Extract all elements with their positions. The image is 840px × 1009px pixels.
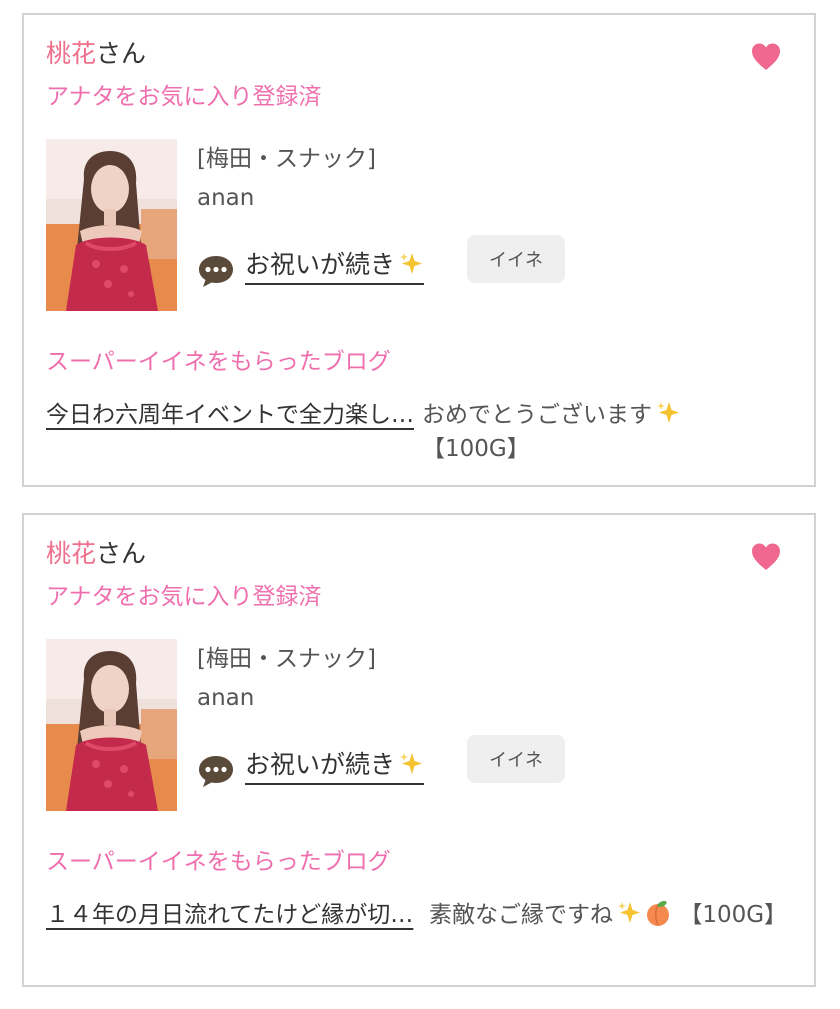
comment-text: おめでとうございます <box>422 402 652 428</box>
speech-bubble-icon <box>199 256 233 287</box>
user-line: 桃花さん <box>46 37 146 71</box>
cast-photo-image <box>46 139 177 311</box>
sparkle-emoji <box>400 753 423 774</box>
sparkle-emoji <box>657 402 679 423</box>
speech-bubble-icon <box>199 756 233 787</box>
user-name[interactable]: 桃花 <box>46 539 96 568</box>
cast-photo[interactable] <box>46 639 177 811</box>
user-name[interactable]: 桃花 <box>46 39 96 68</box>
cast-info: [梅田・スナック] anan お祝いが続き イイネ <box>197 143 617 287</box>
message-row: お祝いが続き イイネ <box>197 235 617 291</box>
comment-suffix: 【100G】 <box>422 436 530 462</box>
message-link-text: お祝いが続き <box>245 750 396 779</box>
comment: おめでとうございます 【100G】 <box>422 398 792 466</box>
message-link-text: お祝いが続き <box>245 250 396 279</box>
shop-label: [梅田・スナック] <box>197 646 376 672</box>
favorite-status: アナタをお気に入り登録済 <box>46 84 322 110</box>
comment-suffix: 【100G】 <box>679 902 788 928</box>
message-link[interactable]: お祝いが続き <box>245 247 425 285</box>
user-suffix: さん <box>96 39 147 68</box>
heart-icon[interactable] <box>750 41 782 73</box>
notification-card: 桃花さん アナタをお気に入り登録済 [梅田・スナック] anan お祝いが続き … <box>22 13 816 487</box>
blog-title-link[interactable]: １４年の月日流れてたけど縁が切… <box>46 898 416 932</box>
user-line: 桃花さん <box>46 537 146 571</box>
like-button[interactable]: イイネ <box>467 235 565 283</box>
shop-label: [梅田・スナック] <box>197 146 376 172</box>
peach-emoji <box>647 900 669 926</box>
heart-icon[interactable] <box>750 541 782 573</box>
sparkle-emoji <box>618 902 640 923</box>
message-row: お祝いが続き イイネ <box>197 735 617 791</box>
favorite-status: アナタをお気に入り登録済 <box>46 584 322 610</box>
message-link[interactable]: お祝いが続き <box>245 747 425 785</box>
cast-name[interactable]: anan <box>197 182 617 214</box>
cast-name[interactable]: anan <box>197 682 617 714</box>
blog-title-link[interactable]: 今日わ六周年イベントで全力楽し… <box>46 398 416 432</box>
comment-text: 素敵なご縁ですね <box>429 902 613 928</box>
comment: 素敵なご縁ですね 【100G】 <box>429 898 799 932</box>
sparkle-emoji <box>400 253 423 274</box>
user-suffix: さん <box>96 539 147 568</box>
cast-photo-image <box>46 639 177 811</box>
notification-card: 桃花さん アナタをお気に入り登録済 [梅田・スナック] anan お祝いが続き … <box>22 513 816 987</box>
cast-photo[interactable] <box>46 139 177 311</box>
cast-info: [梅田・スナック] anan お祝いが続き イイネ <box>197 643 617 787</box>
like-button[interactable]: イイネ <box>467 735 565 783</box>
super-like-title: スーパーイイネをもらったブログ <box>46 849 391 875</box>
super-like-title: スーパーイイネをもらったブログ <box>46 349 391 375</box>
